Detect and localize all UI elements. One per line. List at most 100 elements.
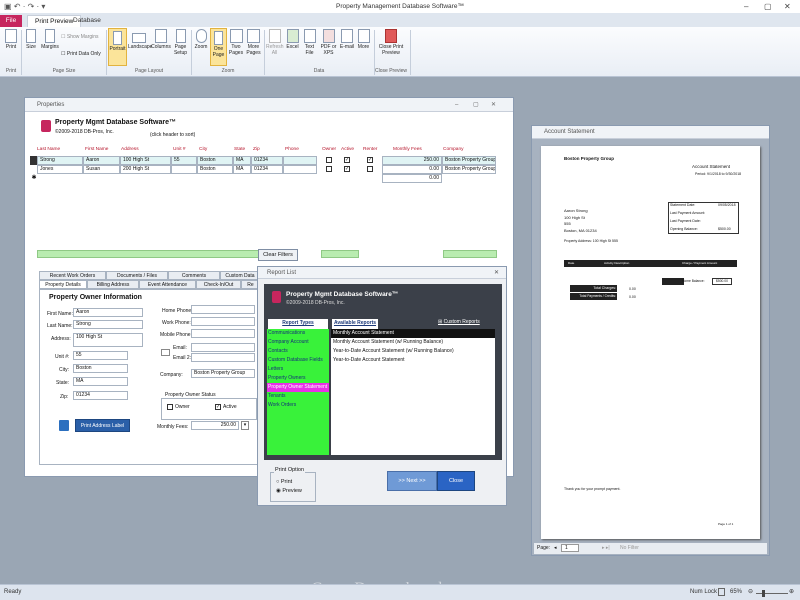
email2-field[interactable] — [191, 353, 255, 362]
clear-filters-button[interactable]: Clear Filters — [258, 249, 298, 261]
col-first-name[interactable]: First Name — [85, 147, 108, 152]
close-button[interactable]: ✕ — [784, 2, 791, 11]
col-renter[interactable]: Renter — [363, 147, 377, 152]
tab-property-details[interactable]: Property Details — [39, 280, 87, 289]
minimize-button[interactable]: – — [744, 2, 748, 11]
next-button[interactable]: >> Next >> — [387, 471, 437, 491]
cell-monthly-fees[interactable]: 250.00 — [382, 156, 442, 165]
monthly-fees-field[interactable]: 250.00 — [191, 421, 239, 430]
report-type-item[interactable]: Property Owners — [267, 374, 329, 383]
col-monthly-fees[interactable]: Monthly Fees — [393, 147, 422, 152]
tab-documents-files[interactable]: Documents / Files — [106, 271, 168, 280]
col-owner[interactable]: Owner — [322, 147, 336, 152]
print-data-only-checkbox[interactable]: ☐ Print Data Only — [61, 51, 101, 57]
email-button[interactable]: E-mail — [339, 29, 355, 50]
cell-unit[interactable]: 55 — [171, 156, 197, 165]
cell-last-name[interactable]: Strong — [37, 156, 83, 165]
cell-unit[interactable] — [171, 165, 197, 174]
pdf-xps-button[interactable]: PDF or XPS — [319, 29, 338, 56]
last-name-field[interactable]: Strong — [73, 320, 143, 329]
owner-status-active-checkbox[interactable]: ✓ — [215, 404, 221, 410]
view-mode-icon[interactable] — [718, 588, 725, 596]
new-row-icon[interactable]: ✱ — [30, 174, 38, 183]
margins-button[interactable]: Margins — [41, 29, 59, 50]
report-type-item[interactable]: Tenants — [267, 392, 329, 401]
col-active[interactable]: Active — [341, 147, 354, 152]
home-phone-field[interactable] — [191, 305, 255, 314]
columns-button[interactable]: Columns — [151, 29, 171, 50]
cell-company[interactable]: Boston Property Group — [442, 165, 496, 174]
cell-active-checkbox[interactable]: ✓ — [344, 166, 350, 172]
cell-active-checkbox[interactable]: ✓ — [344, 157, 350, 163]
no-filter-indicator[interactable]: No Filter — [620, 543, 639, 554]
cell-renter-checkbox[interactable]: ✓ — [367, 157, 373, 163]
tab-comments[interactable]: Comments — [168, 271, 220, 280]
report-type-item[interactable]: Custom Database Fields — [267, 356, 329, 365]
tab-recent-work-orders[interactable]: Recent Work Orders — [39, 271, 106, 280]
portrait-button[interactable]: Portrait — [108, 28, 127, 66]
properties-close-button[interactable]: ✕ — [491, 98, 496, 112]
available-report-item[interactable]: Monthly Account Statement (w/ Running Ba… — [331, 338, 495, 347]
maximize-button[interactable]: ▢ — [764, 2, 772, 11]
available-report-item[interactable]: Year-to-Date Account Statement — [331, 356, 495, 365]
cell-first-name[interactable]: Aaron — [83, 156, 120, 165]
cell-owner-checkbox[interactable] — [326, 157, 332, 163]
available-report-item[interactable]: Year-to-Date Account Statement (w/ Runni… — [331, 347, 495, 356]
unit-field[interactable]: 55 — [73, 351, 128, 360]
report-type-item[interactable]: Letters — [267, 365, 329, 374]
landscape-button[interactable]: Landscape — [128, 29, 152, 50]
col-address[interactable]: Address — [121, 147, 139, 152]
col-city[interactable]: City — [199, 147, 207, 152]
cell-city[interactable]: Boston — [197, 165, 233, 174]
print-button[interactable]: Print — [2, 29, 20, 50]
cell-city[interactable]: Boston — [197, 156, 233, 165]
report-type-item[interactable]: Communications — [267, 329, 329, 338]
available-report-item-selected[interactable]: Monthly Account Statement — [331, 329, 495, 338]
zip-field[interactable]: 01234 — [73, 391, 128, 400]
city-field[interactable]: Boston — [73, 364, 128, 373]
report-type-item[interactable]: Company Account — [267, 338, 329, 347]
print-radio[interactable]: ○ Print — [276, 479, 292, 485]
tab-billing-address[interactable]: Billing Address — [87, 280, 139, 289]
close-report-button[interactable]: Close — [437, 471, 475, 491]
zoom-button[interactable]: Zoom — [193, 29, 209, 50]
report-type-item[interactable]: Work Orders — [267, 401, 329, 410]
tab-database[interactable]: Database — [66, 15, 108, 27]
address-field[interactable]: 100 High St — [73, 333, 143, 347]
nav-page-number[interactable]: 1 — [561, 544, 579, 552]
mobile-phone-field[interactable] — [191, 329, 255, 338]
more-pages-button[interactable]: More Pages — [245, 29, 262, 56]
custom-reports-link[interactable]: ⊞ Custom Reports — [438, 319, 480, 325]
cell-state[interactable]: MA — [233, 156, 251, 165]
show-margins-checkbox[interactable]: ☐ Show Margins — [61, 34, 99, 40]
col-company[interactable]: Company — [443, 147, 464, 152]
tab-custom-data[interactable]: Custom Data — [220, 271, 260, 280]
new-row-fees[interactable]: 0.00 — [382, 174, 442, 183]
cell-last-name[interactable]: Jones — [37, 165, 83, 174]
cell-zip[interactable]: 01234 — [251, 165, 283, 174]
nav-next-button[interactable]: ▸ ▸| — [602, 543, 610, 554]
owner-status-owner-checkbox[interactable] — [167, 404, 173, 410]
zoom-in-icon[interactable]: ⊕ — [789, 588, 794, 595]
zoom-slider-track[interactable] — [756, 593, 788, 594]
cell-phone[interactable] — [283, 156, 317, 165]
zoom-slider-handle[interactable] — [762, 590, 765, 597]
col-state[interactable]: State — [234, 147, 245, 152]
cell-state[interactable]: MA — [233, 165, 251, 174]
two-pages-button[interactable]: Two Pages — [228, 29, 244, 56]
close-print-preview-button[interactable]: Close Print Preview — [376, 29, 406, 56]
properties-maximize-button[interactable]: ▢ — [473, 98, 479, 112]
tab-file[interactable]: File — [0, 15, 22, 27]
refresh-all-button[interactable]: Refresh All — [266, 29, 284, 56]
report-type-item[interactable]: Contacts — [267, 347, 329, 356]
filter-company[interactable] — [443, 250, 497, 258]
cell-first-name[interactable]: Susan — [83, 165, 120, 174]
col-phone[interactable]: Phone — [285, 147, 299, 152]
page-setup-button[interactable]: Page Setup — [172, 29, 189, 56]
one-page-button[interactable]: One Page — [210, 28, 227, 66]
filter-bar[interactable] — [37, 250, 259, 258]
fees-spinner[interactable]: ▾ — [241, 421, 249, 430]
report-type-item-selected[interactable]: Property Owner Statement — [267, 383, 329, 392]
nav-first-button[interactable]: ◂ — [554, 543, 557, 554]
cell-company[interactable]: Boston Property Group — [442, 156, 496, 165]
